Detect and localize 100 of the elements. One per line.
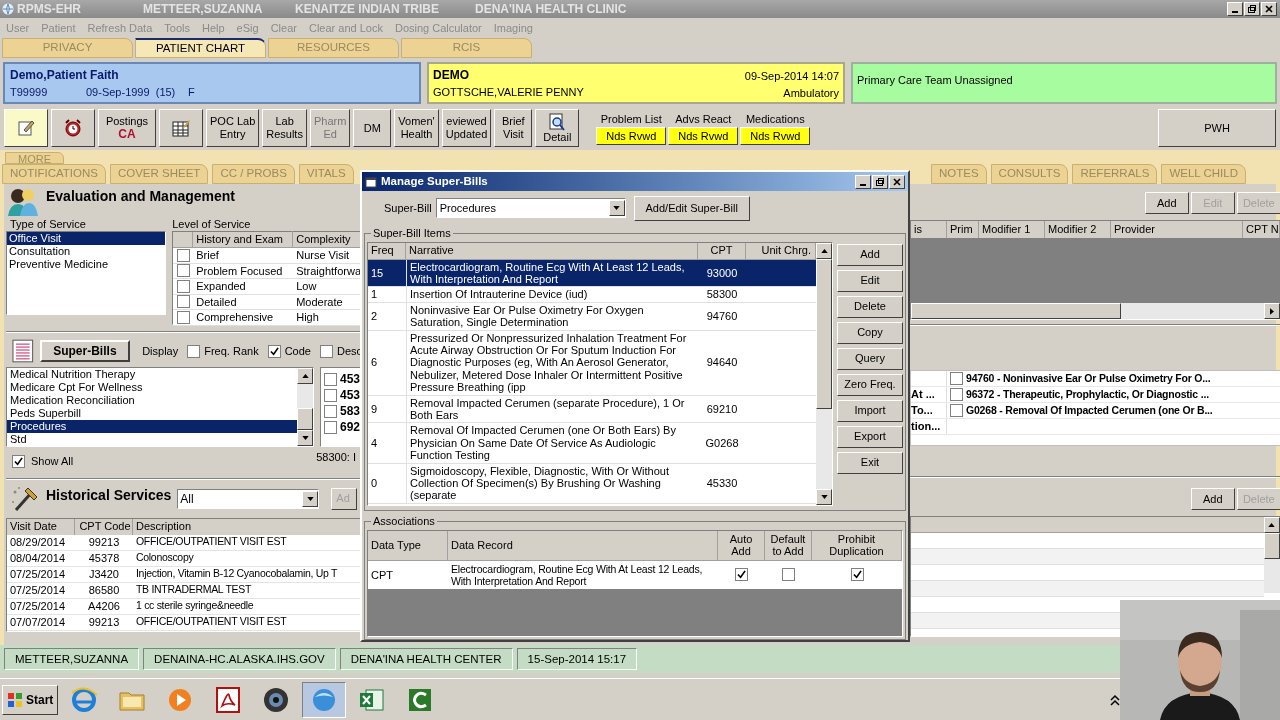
checkbox[interactable]	[176, 248, 190, 262]
table-cell-text: Brief	[195, 248, 220, 263]
superbill-dropdown[interactable]: Procedures	[435, 198, 626, 218]
button[interactable]: Export	[837, 425, 903, 448]
list-item[interactable]: Procedures	[7, 420, 297, 433]
table-cell-text: 07/25/2014	[9, 598, 67, 614]
table-row[interactable]: 1 Insertion Of Intrauterine Device (iud) 58300	[368, 287, 816, 303]
chevron-up-icon[interactable]	[1110, 693, 1120, 706]
checkbox[interactable]	[735, 568, 748, 581]
list-item[interactable]: Std	[7, 433, 297, 446]
list-item[interactable]: Office Visit	[7, 232, 166, 245]
checkbox[interactable]	[324, 420, 337, 434]
display-label: Display	[142, 343, 179, 359]
checkbox[interactable]	[319, 344, 333, 358]
table-row[interactable]: 0 Sigmoidoscopy, Flexible, Diagnostic, With Or Without Collection Of Specimen(s) By Brushing Or Washing (separate 45330	[368, 463, 816, 504]
checkbox[interactable]	[176, 295, 190, 309]
checkbox[interactable]	[324, 404, 337, 418]
restore-button[interactable]	[872, 174, 888, 189]
scrollbar[interactable]	[816, 242, 832, 505]
checkbox[interactable]	[176, 264, 190, 278]
toolbar-button[interactable]: Brief Visit	[494, 109, 533, 147]
button[interactable]: Add	[1144, 192, 1189, 214]
toolbar-button[interactable]: Lab Results	[262, 109, 307, 147]
up-arrow-icon	[820, 248, 828, 253]
button[interactable]: Add	[837, 243, 903, 266]
review-status-button[interactable]: Nds Rvwd	[740, 126, 811, 145]
toolbar-button[interactable]: eviewed Updated	[441, 109, 492, 147]
column-header: is	[911, 221, 947, 238]
checkbox[interactable]	[950, 388, 963, 401]
down-arrow-icon	[301, 436, 309, 440]
tribe-name: KENAITZE INDIAN TRIBE	[295, 1, 440, 18]
table-cell-text: 69210	[705, 402, 739, 416]
checkbox[interactable]	[267, 344, 281, 358]
toolbar-button[interactable]: DM	[353, 109, 392, 147]
button[interactable]: Query	[837, 347, 903, 370]
review-status-button[interactable]: Nds Rvwd	[596, 126, 667, 145]
close-button[interactable]	[1261, 2, 1277, 16]
minimize-button[interactable]	[855, 174, 871, 189]
globe-icon[interactable]	[69, 684, 100, 715]
list-item[interactable]: Medication Reconciliation	[7, 394, 297, 407]
scrollbar[interactable]	[297, 368, 313, 446]
app-title: RPMS-EHR	[17, 1, 82, 18]
tab[interactable]: PATIENT CHART	[135, 38, 266, 58]
table-row[interactable]: 15 Electrocardiogram, Routine Ecg With At Least 12 Leads, With Interpretation And Report 93000	[368, 259, 816, 288]
column-header: History and Exam	[193, 231, 294, 248]
button[interactable]: Edit	[837, 269, 903, 292]
toolbar-button[interactable]	[159, 109, 203, 147]
filter-dropdown[interactable]: All	[177, 488, 320, 509]
toolbar-button[interactable]: Vomen' Health	[394, 109, 439, 147]
patient-sex: F	[188, 85, 195, 100]
checkbox[interactable]	[850, 568, 864, 581]
toolbar-button[interactable]	[51, 109, 95, 147]
checkbox[interactable]	[12, 454, 25, 468]
start-button[interactable]: Start	[2, 684, 59, 715]
horizontal-scrollbar[interactable]	[911, 303, 1280, 319]
up-arrow-icon	[301, 374, 309, 378]
code-text: 583	[340, 403, 361, 420]
checkbox[interactable]	[176, 310, 190, 324]
close-button[interactable]	[889, 174, 905, 189]
button[interactable]: Add	[1190, 488, 1235, 510]
table-row[interactable]: 4 Removal Of Impacted Cerumen (one Or Both Ears) By Physician On Same Date Of Service As Audiologic Function Testing G0268	[368, 423, 816, 464]
checkbox[interactable]	[782, 568, 795, 581]
table-cell-text: Nurse Visit	[295, 248, 350, 263]
checkbox[interactable]	[176, 279, 190, 293]
button[interactable]: Zero Freq.	[837, 373, 903, 396]
toolbar-button[interactable]	[4, 109, 48, 147]
checkbox[interactable]	[324, 388, 337, 402]
up-arrow-icon	[1268, 523, 1276, 527]
code-item: G0268 - Removal Of Impacted Cerumen (one Or B...	[966, 402, 1213, 418]
list-item[interactable]: Preventive Medicine	[7, 258, 166, 271]
button[interactable]: Delete	[837, 295, 903, 318]
list-item[interactable]: Consultation	[7, 245, 166, 258]
add-edit-super-bill-button[interactable]: Add/Edit Super-Bill	[633, 195, 750, 221]
scrollbar[interactable]	[1263, 517, 1280, 593]
table-cell-text: CPT	[370, 568, 394, 581]
checkbox[interactable]	[950, 404, 963, 417]
column-header: Default to Add	[765, 530, 812, 560]
pwh-button[interactable]: PWH	[1158, 109, 1276, 147]
table-row[interactable]: 2 Noninvasive Ear Or Pulse Oximetry For Oxygen Saturation, Single Determination 94760	[368, 302, 816, 331]
list-item[interactable]: Peds Superbill	[7, 407, 297, 420]
detail-button[interactable]: Detail	[535, 109, 580, 147]
minimize-button[interactable]	[1227, 2, 1243, 16]
super-bills-button[interactable]: Super-Bills	[39, 340, 131, 362]
button[interactable]: Copy	[837, 321, 903, 344]
postings-button[interactable]: Postings CA	[98, 109, 156, 147]
list-item[interactable]: Medical Nutrition Therapy	[7, 368, 297, 381]
restore-button[interactable]	[1244, 2, 1260, 16]
table-cell-text: OFFICE/OUTPATIENT VISIT EST	[135, 534, 287, 550]
checkbox[interactable]	[950, 372, 963, 385]
windows-logo-icon	[7, 691, 23, 708]
review-status-button[interactable]: Nds Rvwd	[668, 126, 739, 145]
button[interactable]: Exit	[837, 451, 903, 474]
code-item: 94760 - Noninvasive Ear Or Pulse Oximetry For O...	[966, 370, 1211, 386]
option-label: Freq. Rank	[204, 343, 259, 359]
button[interactable]: Import	[837, 399, 903, 422]
list-item[interactable]: Medicare Cpt For Wellness	[7, 381, 297, 394]
table-row[interactable]: 9 Removal Impacted Cerumen (separate Procedure), 1 Or Both Ears 69210	[368, 395, 816, 424]
checkbox[interactable]	[187, 344, 201, 358]
toolbar-button[interactable]: POC Lab Entry	[206, 109, 260, 147]
checkbox[interactable]	[324, 372, 337, 386]
